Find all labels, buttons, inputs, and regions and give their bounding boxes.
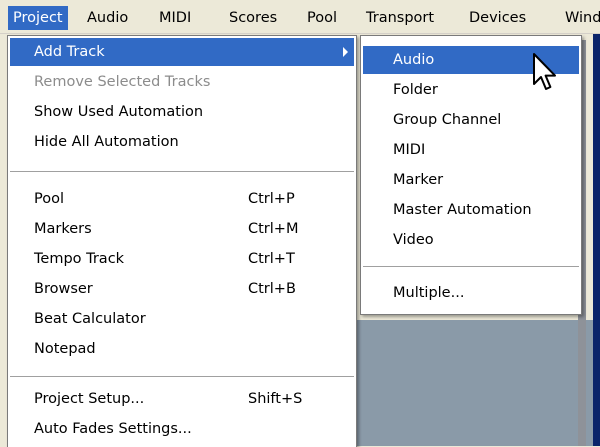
menu-item-shortcut: Ctrl+M <box>248 221 299 237</box>
submenu-item-video[interactable]: Video <box>363 226 579 254</box>
menu-separator <box>10 376 354 378</box>
menu-bar: Project Audio MIDI Scores Pool Transport… <box>0 0 600 34</box>
menu-separator <box>10 171 354 173</box>
menu-scores[interactable]: Scores <box>229 7 277 29</box>
menu-separator <box>363 266 579 268</box>
project-menu: Add Track Remove Selected Tracks Show Us… <box>7 35 357 447</box>
submenu-item-group-channel[interactable]: Group Channel <box>363 106 579 134</box>
submenu-item-marker[interactable]: Marker <box>363 166 579 194</box>
menu-item-project-setup[interactable]: Project Setup... Shift+S <box>10 385 354 413</box>
menu-item-tempo-track[interactable]: Tempo Track Ctrl+T <box>10 245 354 273</box>
submenu-item-master-automation[interactable]: Master Automation <box>363 196 579 224</box>
submenu-item-multiple[interactable]: Multiple... <box>363 279 579 307</box>
menu-audio[interactable]: Audio <box>87 7 128 29</box>
background-window <box>330 320 600 446</box>
menu-item-hide-all-automation[interactable]: Hide All Automation <box>10 128 354 156</box>
menu-devices[interactable]: Devices <box>469 7 526 29</box>
menu-item-label: Project Setup... <box>34 391 145 407</box>
menu-item-label: Auto Fades Settings... <box>34 421 192 437</box>
menu-midi[interactable]: MIDI <box>159 7 191 29</box>
menu-item-remove-selected-tracks: Remove Selected Tracks <box>10 68 354 96</box>
menu-item-label: Pool <box>34 191 64 207</box>
menu-item-label: Markers <box>34 221 92 237</box>
submenu-item-label: Marker <box>393 172 444 188</box>
menu-item-label: Show Used Automation <box>34 104 204 120</box>
menu-item-browser[interactable]: Browser Ctrl+B <box>10 275 354 303</box>
submenu-item-label: Master Automation <box>393 202 532 218</box>
menu-project[interactable]: Project <box>8 6 68 30</box>
menu-item-label: Beat Calculator <box>34 311 146 327</box>
mouse-pointer-icon <box>533 53 556 90</box>
submenu-item-label: Video <box>393 232 434 248</box>
menu-item-shortcut: Shift+S <box>248 391 303 407</box>
menu-transport[interactable]: Transport <box>366 7 434 29</box>
menu-item-shortcut: Ctrl+T <box>248 251 295 267</box>
menu-pool[interactable]: Pool <box>307 7 337 29</box>
submenu-item-label: Group Channel <box>393 112 502 128</box>
menu-item-label: Browser <box>34 281 93 297</box>
menu-item-label: Hide All Automation <box>34 134 179 150</box>
menu-item-show-used-automation[interactable]: Show Used Automation <box>10 98 354 126</box>
submenu-arrow-icon <box>343 47 348 57</box>
submenu-item-label: MIDI <box>393 142 426 158</box>
background-window-edge <box>593 33 600 446</box>
submenu-item-midi[interactable]: MIDI <box>363 136 579 164</box>
menu-item-label: Add Track <box>34 44 105 60</box>
menu-item-shortcut: Ctrl+B <box>248 281 296 297</box>
menu-item-shortcut: Ctrl+P <box>248 191 295 207</box>
menu-item-label: Remove Selected Tracks <box>34 74 211 90</box>
menu-item-notepad[interactable]: Notepad <box>10 335 354 363</box>
submenu-item-label: Multiple... <box>393 285 465 301</box>
menu-item-markers[interactable]: Markers Ctrl+M <box>10 215 354 243</box>
menu-window[interactable]: Wind <box>565 7 600 29</box>
menu-item-label: Tempo Track <box>34 251 125 267</box>
menu-item-add-track[interactable]: Add Track <box>10 38 354 66</box>
submenu-item-label: Folder <box>393 82 438 98</box>
submenu-item-label: Audio <box>393 52 435 68</box>
menu-item-auto-fades-settings[interactable]: Auto Fades Settings... <box>10 415 354 443</box>
menu-item-label: Notepad <box>34 341 96 357</box>
menu-item-pool[interactable]: Pool Ctrl+P <box>10 185 354 213</box>
menu-item-beat-calculator[interactable]: Beat Calculator <box>10 305 354 333</box>
